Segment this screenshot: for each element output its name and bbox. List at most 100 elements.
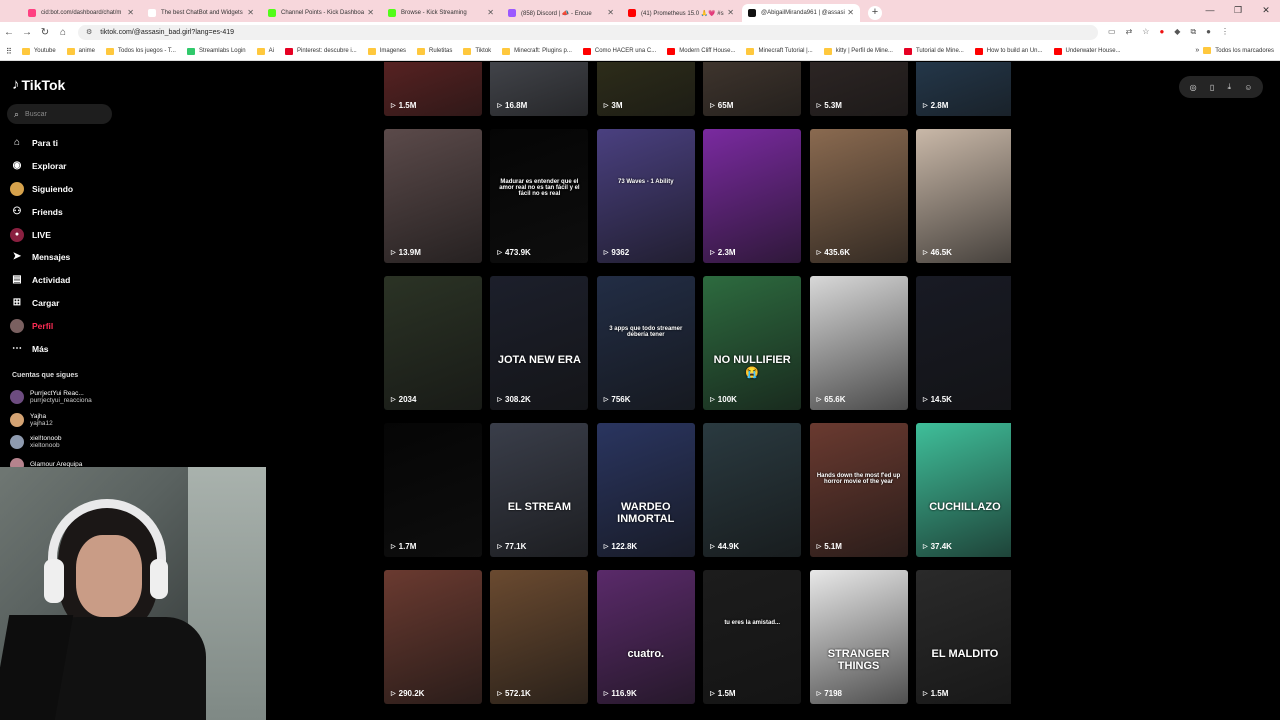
bookmark-item[interactable]: Tiktok <box>463 47 491 55</box>
browser-tab[interactable]: @AbigailMiranda961 | @assasi ✕ <box>742 4 860 22</box>
bookmark-item[interactable]: Youtube <box>21 47 56 55</box>
video-tile[interactable]: ▷ 2034 <box>384 276 482 410</box>
video-tile[interactable]: tu eres la amistad... ▷ 1.5M <box>703 570 802 704</box>
circle-icon[interactable]: ◎ <box>1190 83 1197 92</box>
nav-item-cargar[interactable]: ⊞ Cargar <box>10 292 73 315</box>
phone-icon[interactable]: ▯ <box>1210 83 1214 92</box>
video-tile[interactable]: Hands down the most f'ed up horror movie… <box>809 423 908 557</box>
video-tile[interactable]: ▷ 290.2K <box>384 570 482 704</box>
bookmark-item[interactable]: Pinterest: descubre i... <box>284 47 357 55</box>
extension-icon[interactable]: ◆ <box>1174 27 1180 37</box>
following-account[interactable]: xiel!tonoob xieltonoob <box>10 431 92 454</box>
new-tab-button[interactable]: + <box>868 6 882 20</box>
restore-icon[interactable]: ❐ <box>1224 0 1252 22</box>
video-tile[interactable]: ▷ 2.8M <box>915 62 1011 116</box>
search-input[interactable]: ⌕ Buscar <box>7 104 112 124</box>
video-tile[interactable]: ▷ 572.1K <box>490 570 589 704</box>
nav-item-para-ti[interactable]: ⌂ Para ti <box>10 132 73 155</box>
video-tile[interactable]: ▷ 2.3M <box>703 129 802 263</box>
nav-item-siguiendo[interactable]: ● Siguiendo <box>10 178 73 201</box>
nav-item-perfil[interactable]: ● Perfil <box>10 314 73 337</box>
nav-item-live[interactable]: ● LIVE <box>10 223 73 246</box>
bookmark-item[interactable]: Ruletitas <box>417 47 452 55</box>
bookmark-item[interactable]: Minecraft: Plugins p... <box>502 47 572 55</box>
video-tile[interactable]: 3 apps que todo streamer debería tener ▷ 7… <box>596 276 695 410</box>
bookmark-item[interactable]: Todos los juegos - T... <box>106 47 176 55</box>
all-bookmarks[interactable]: » Todos los marcadores <box>1195 47 1274 54</box>
home-browser-icon[interactable]: ⌂ <box>54 27 72 38</box>
video-tile[interactable]: CUCHILLAZO ▷ 37.4K <box>915 423 1011 557</box>
puzzle-icon[interactable]: ⧉ <box>1190 27 1196 37</box>
tiktok-logo[interactable]: ♪ TikTok <box>12 76 65 93</box>
browser-tab[interactable]: (858) Discord | 📣 - Encue ✕ <box>502 4 620 22</box>
following-account[interactable]: PurrjectYui Reac... purrjectyui_reacciona <box>10 386 92 409</box>
bookmark-item[interactable]: How to build an Un... <box>974 47 1043 55</box>
tab-close-icon[interactable]: ✕ <box>487 8 494 17</box>
profile-browser-icon[interactable]: ● <box>1206 27 1211 37</box>
bookmark-item[interactable]: Underwater House... <box>1053 47 1121 55</box>
browser-tab[interactable]: The best ChatBot and Widgets ✕ <box>142 4 260 22</box>
tab-close-icon[interactable]: ✕ <box>247 8 254 17</box>
video-tile[interactable]: 73 Waves - 1 Ability ▷ 9362 <box>596 129 695 263</box>
video-tile[interactable]: ▷ 65M <box>703 62 802 116</box>
nav-item-mas[interactable]: ⋯ Más <box>10 337 73 360</box>
video-tile[interactable]: ▷ 65.6K <box>809 276 908 410</box>
browser-tab[interactable]: Browse - Kick Streaming ✕ <box>382 4 500 22</box>
bookmark-item[interactable]: Tutorial de Mine... <box>903 47 964 55</box>
video-tile[interactable]: WARDEO INMORTAL ▷ 122.8K <box>596 423 695 557</box>
reload-icon[interactable]: ↻ <box>36 27 54 38</box>
minimize-icon[interactable]: — <box>1196 0 1224 22</box>
avatar-icon[interactable]: ☺ <box>1244 83 1252 92</box>
opera-icon[interactable]: ● <box>1159 27 1164 37</box>
bookmark-item[interactable]: Streamlabs Login <box>186 47 246 55</box>
tab-close-icon[interactable]: ✕ <box>367 8 374 17</box>
video-tile[interactable]: NO NULLIFIER 😭 ▷ 100K <box>703 276 802 410</box>
video-tile[interactable]: JOTA NEW ERA ▷ 308.2K <box>490 276 589 410</box>
bookmark-item[interactable]: Modern Cliff House... <box>667 47 735 55</box>
browser-tab[interactable]: (41) Prometheus 15.0 🙏💗 #s ✕ <box>622 4 740 22</box>
apps-icon[interactable]: ⠿ <box>6 47 12 56</box>
video-tile[interactable]: ▷ 1.7M <box>384 423 482 557</box>
cast-icon[interactable]: ▭ <box>1108 27 1116 37</box>
video-tile[interactable]: ▷ 46.5K <box>915 129 1011 263</box>
tab-close-icon[interactable]: ✕ <box>127 8 134 17</box>
video-tile[interactable]: EL MALDITO ▷ 1.5M <box>915 570 1011 704</box>
video-tile[interactable]: CALLAS!!! "Habla tantas huevadas"▷1.5M <box>384 62 482 116</box>
bookmark-item[interactable]: Ai <box>256 47 274 55</box>
site-info-icon[interactable]: ⚙ <box>86 28 92 36</box>
chevron-more-icon[interactable]: » <box>1195 47 1199 54</box>
nav-item-actividad[interactable]: ▤ Actividad <box>10 269 73 292</box>
browser-tab[interactable]: Channel Points - Kick Dashboa ✕ <box>262 4 380 22</box>
bookmark-item[interactable]: Imagenes <box>367 47 406 55</box>
url-input[interactable]: ⚙ tiktok.com/@assasin_bad.girl?lang=es-4… <box>78 24 1098 40</box>
menu-kebab-icon[interactable]: ⋮ <box>1221 27 1229 37</box>
bookmark-item[interactable]: Minecraft Tutorial |... <box>746 47 813 55</box>
video-tile[interactable]: Madurar es entender que el amor real no … <box>490 129 589 263</box>
download-icon[interactable]: ⤓ <box>1227 82 1231 92</box>
bookmark-item[interactable]: Como HACER una C... <box>582 47 656 55</box>
video-tile[interactable]: ▷ 5.3M <box>809 62 908 116</box>
translate-icon[interactable]: ⇄ <box>1126 27 1133 37</box>
nav-item-friends[interactable]: ⚇ Friends <box>10 200 73 223</box>
forward-icon[interactable]: → <box>18 27 36 38</box>
browser-tab[interactable]: cid:bot.com/dashboard/chat/m ✕ <box>22 4 140 22</box>
video-tile[interactable]: STRANGER THINGS ▷ 7198 <box>809 570 908 704</box>
nav-item-explorar[interactable]: ◉ Explorar <box>10 155 73 178</box>
video-tile[interactable]: cuatro. ▷ 116.9K <box>596 570 695 704</box>
tab-close-icon[interactable]: ✕ <box>727 8 734 17</box>
back-icon[interactable]: ← <box>0 27 18 38</box>
video-tile[interactable]: ▷ 14.5K <box>915 276 1011 410</box>
bookmark-star-icon[interactable]: ☆ <box>1142 27 1149 37</box>
video-tile[interactable]: ▷ 435.6K <box>809 129 908 263</box>
tab-close-icon[interactable]: ✕ <box>847 8 854 17</box>
video-tile[interactable]: ▷ 13.9M <box>384 129 482 263</box>
close-window-icon[interactable]: ✕ <box>1252 0 1280 22</box>
bookmark-item[interactable]: kitty | Perfil de Mine... <box>823 47 893 55</box>
video-tile[interactable]: ▷ 44.9K <box>703 423 802 557</box>
following-account[interactable]: Yajha yajha12 <box>10 409 92 432</box>
nav-item-mensajes[interactable]: ➤ Mensajes <box>10 246 73 269</box>
tab-close-icon[interactable]: ✕ <box>607 8 614 17</box>
video-tile[interactable]: si no me estuvieran agarrando te mato 😂😂… <box>490 62 589 116</box>
bookmark-item[interactable]: anime <box>66 47 95 55</box>
video-tile[interactable]: EL STREAM ▷ 77.1K <box>490 423 589 557</box>
